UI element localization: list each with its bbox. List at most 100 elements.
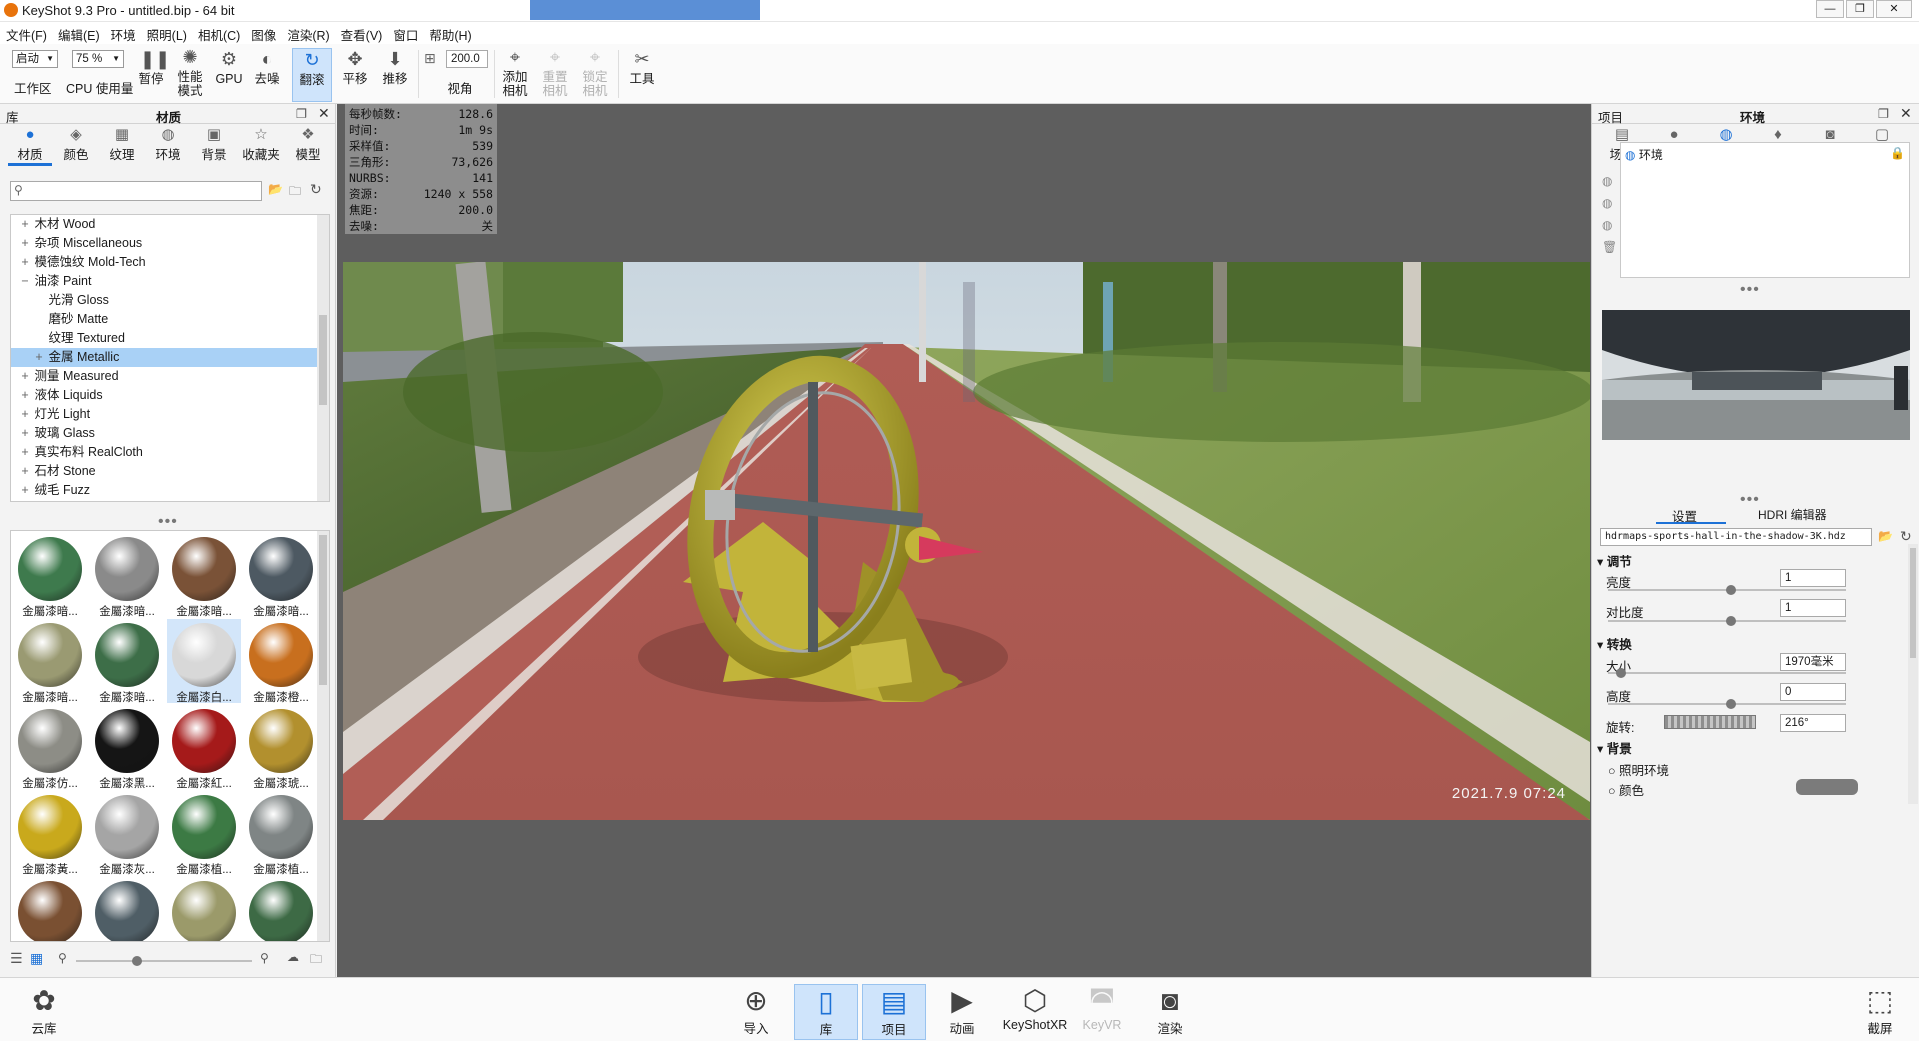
hdri-file-field[interactable]: hdrmaps-sports-hall-in-the-shadow-3K.hdz [1600, 528, 1872, 546]
tab-environments[interactable]: ◍ 环境 [146, 126, 190, 163]
expand-icon[interactable]: + [19, 481, 31, 500]
folder-open-icon[interactable]: 📂 [268, 182, 283, 196]
expand-icon[interactable]: + [19, 367, 31, 386]
refresh-icon[interactable]: ↻ [1900, 528, 1912, 545]
material-thumbnail[interactable]: 金屬漆暗... [244, 533, 318, 618]
lock-icon[interactable]: 🔒 [1890, 146, 1905, 160]
transform-section-header[interactable]: ▾ 转换 [1597, 634, 1632, 653]
copy-environment-icon[interactable]: ◍ [1602, 218, 1612, 232]
folder-open-icon[interactable]: 📂 [1878, 529, 1893, 543]
expand-icon[interactable]: + [19, 215, 31, 234]
expand-icon[interactable]: + [19, 234, 31, 253]
material-thumbnail[interactable] [90, 877, 164, 941]
tree-item[interactable]: + 绒毛 Fuzz [11, 481, 329, 500]
cloud-library-button[interactable]: ✿ 云库 [12, 984, 76, 1037]
dolly-button[interactable]: ⬇ 推移 [377, 48, 413, 86]
tumble-button[interactable]: ↻ 翻滚 [292, 48, 332, 102]
tree-item[interactable]: + 石材 Stone [11, 462, 329, 481]
material-thumbnail[interactable]: 金屬漆植... [244, 791, 318, 876]
material-thumbnail[interactable]: 金屬漆灰... [90, 791, 164, 876]
material-thumbnail[interactable]: 金屬漆黃... [13, 791, 87, 876]
tab-backplates[interactable]: ▣ 背景 [192, 126, 236, 163]
tree-scrollbar[interactable] [317, 215, 329, 501]
add-camera-button[interactable]: ⌖ 添加 相机 [498, 46, 532, 98]
tree-item[interactable]: − 油漆 Paint [11, 272, 329, 291]
grid-view-icon[interactable]: ▦ [30, 950, 43, 967]
cpu-usage-select[interactable]: 75 % ▼ [72, 50, 124, 68]
menu-render[interactable]: 渲染(R) [281, 22, 334, 44]
tree-item[interactable]: + 玻璃 Glass [11, 424, 329, 443]
brightness-input[interactable]: 1 [1780, 569, 1846, 587]
list-view-icon[interactable]: ☰ [10, 950, 23, 967]
slider-knob[interactable] [1726, 585, 1736, 595]
tree-item[interactable]: + 模德蚀纹 Mold-Tech [11, 253, 329, 272]
performance-mode-button[interactable]: ✺ 性能 模式 [172, 46, 208, 98]
close-panel-icon[interactable]: ✕ [318, 105, 330, 122]
splitter-handle[interactable]: ••• [1740, 282, 1760, 298]
render-viewport[interactable]: 每秒帧数: 128.6 时间: 1m 9s 采样值: 539 三角形: 73,626 NURBS… [337, 104, 1591, 977]
tree-item[interactable]: + 艾仕得涂料 Axalta Paint [11, 500, 329, 501]
tree-item[interactable]: + 灯光 Light [11, 405, 329, 424]
tab-models[interactable]: ❖ 模型 [286, 126, 330, 163]
background-section-header[interactable]: ▾ 背景 [1597, 738, 1632, 757]
tree-item[interactable]: + 杂项 Miscellaneous [11, 234, 329, 253]
bg-color-swatch[interactable] [1796, 779, 1858, 795]
reset-camera-button[interactable]: ⌖ 重置 相机 [538, 46, 572, 98]
material-thumbnail[interactable]: 金屬漆橙... [244, 619, 318, 704]
menu-edit[interactable]: 编辑(E) [52, 22, 105, 44]
screenshot-button[interactable]: ⬚ 截屏 [1848, 984, 1912, 1037]
undock-icon[interactable]: ❐ [1878, 106, 1889, 121]
tab-favorites[interactable]: ☆ 收藏夹 [238, 126, 284, 163]
close-button[interactable]: ✕ [1876, 0, 1912, 18]
add-environment-icon[interactable]: ◍ [1602, 174, 1612, 188]
rendered-scene[interactable]: 2021.7.9 07:24 [343, 262, 1590, 820]
height-slider[interactable] [1608, 699, 1846, 709]
menu-lighting[interactable]: 照明(L) [141, 22, 192, 44]
expand-icon[interactable]: + [19, 462, 31, 481]
material-thumbnail[interactable]: 金屬漆暗... [90, 533, 164, 618]
tree-item[interactable]: + 液体 Liquids [11, 386, 329, 405]
fov-input[interactable]: 200.0 [446, 50, 488, 68]
gpu-button[interactable]: ⚙ GPU [212, 48, 246, 86]
tree-item[interactable]: + 木材 Wood [11, 215, 329, 234]
material-thumbnail[interactable]: 金屬漆白... [167, 619, 241, 704]
delete-trash-icon[interactable]: 🗑 [1602, 240, 1617, 254]
tab-textures[interactable]: ▦ 纹理 [100, 126, 144, 163]
keyshotxr-button[interactable]: ⬡ KeyShotXR [1000, 984, 1070, 1032]
animation-button[interactable]: ▶ 动画 [930, 984, 994, 1037]
upload-cloud-icon[interactable]: ☁ [287, 950, 299, 964]
tools-button[interactable]: ✂ 工具 [624, 48, 660, 86]
material-thumbnail[interactable] [13, 877, 87, 941]
menu-camera[interactable]: 相机(C) [192, 22, 245, 44]
keyvr-button[interactable]: ◚ KeyVR [1070, 984, 1134, 1032]
expand-icon[interactable]: + [19, 405, 31, 424]
tab-colors[interactable]: ◈ 颜色 [54, 126, 98, 163]
thumbnail-size-slider[interactable] [76, 956, 252, 966]
expand-icon[interactable]: + [19, 424, 31, 443]
grid-scrollbar[interactable] [317, 531, 329, 941]
tree-item[interactable]: 纹理 Textured [11, 329, 329, 348]
folder-icon[interactable]: 🗀 [310, 950, 322, 971]
pan-button[interactable]: ✥ 平移 [337, 48, 373, 86]
settings-scrollbar[interactable] [1908, 544, 1918, 804]
tree-item[interactable]: + 测量 Measured [11, 367, 329, 386]
material-thumbnail[interactable]: 金屬漆暗... [13, 619, 87, 704]
hdri-preview[interactable] [1602, 310, 1910, 440]
subtab-hdri-editor[interactable]: HDRI 编辑器 [1758, 506, 1827, 523]
adjust-section-header[interactable]: ▾ 调节 [1597, 551, 1632, 570]
bg-lighting-env-radio[interactable]: ○ 照明环境 [1608, 760, 1669, 779]
refresh-icon[interactable]: ↻ [310, 181, 322, 198]
rotation-jog-wheel[interactable] [1664, 715, 1756, 729]
tree-scroll-thumb[interactable] [319, 315, 327, 405]
material-thumbnail[interactable]: 金屬漆仿... [13, 705, 87, 790]
expand-icon[interactable]: + [19, 386, 31, 405]
expand-icon[interactable]: + [19, 253, 31, 272]
folder-add-icon[interactable]: 🗀 [289, 182, 301, 203]
close-panel-icon[interactable]: ✕ [1900, 105, 1912, 122]
expand-icon[interactable]: + [33, 348, 45, 367]
size-input[interactable]: 1970毫米 [1780, 653, 1846, 671]
undock-icon[interactable]: ❐ [296, 106, 307, 121]
menu-help[interactable]: 帮助(H) [423, 22, 476, 44]
expand-icon[interactable]: + [19, 500, 31, 501]
material-thumbnail[interactable] [244, 877, 318, 941]
